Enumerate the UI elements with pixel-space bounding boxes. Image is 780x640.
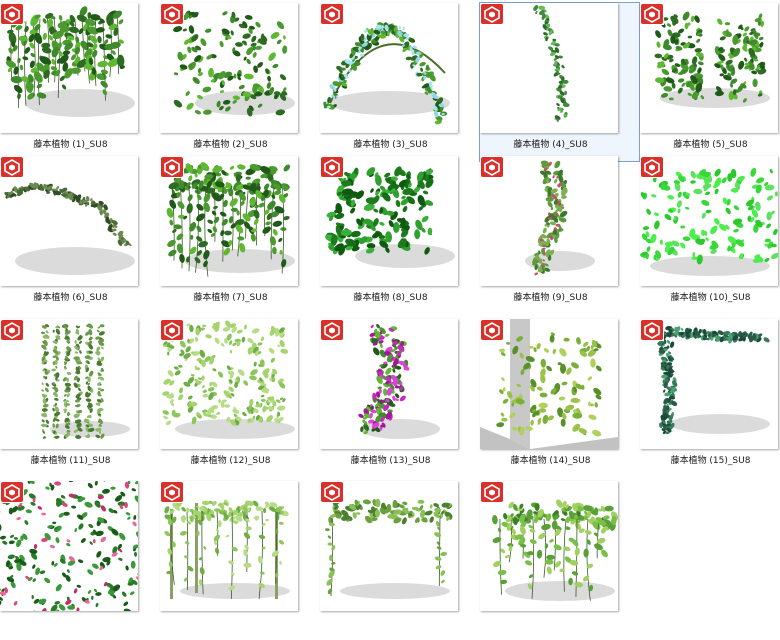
file-item[interactable]: 藤本植物 (12)_SU8 — [159, 318, 320, 478]
file-item[interactable] — [159, 480, 320, 640]
file-name-label: 藤本植物 (10)_SU8 — [630, 290, 780, 303]
file-item[interactable]: 藤本植物 (2)_SU8 — [159, 2, 320, 162]
sketchup-file-icon — [160, 319, 184, 341]
file-name-label: 藤本植物 (7)_SU8 — [150, 290, 311, 303]
sketchup-file-icon — [480, 481, 504, 503]
file-thumbnail — [640, 3, 778, 133]
file-thumbnail — [480, 319, 618, 449]
sketchup-file-icon — [0, 319, 24, 341]
file-name-label: 藤本植物 (15)_SU8 — [630, 453, 780, 466]
file-item[interactable]: 藤本植物 (6)_SU8 — [0, 155, 160, 315]
file-thumbnail — [320, 156, 458, 286]
sketchup-file-icon — [0, 3, 24, 25]
file-name-label: 藤本植物 (2)_SU8 — [150, 137, 311, 150]
file-thumbnail — [640, 156, 778, 286]
file-item[interactable]: 藤本植物 (5)_SU8 — [639, 2, 780, 162]
sketchup-file-icon — [160, 156, 184, 178]
file-thumbnail — [640, 319, 778, 449]
sketchup-file-icon — [0, 481, 24, 503]
sketchup-file-icon — [480, 156, 504, 178]
file-item[interactable]: 藤本植物 (13)_SU8 — [319, 318, 480, 478]
file-item[interactable]: 藤本植物 (15)_SU8 — [639, 318, 780, 478]
sketchup-file-icon — [320, 156, 344, 178]
file-item[interactable]: 藤本植物 (11)_SU8 — [0, 318, 160, 478]
sketchup-file-icon — [0, 156, 24, 178]
file-grid: 藤本植物 (1)_SU8 藤本植物 (2)_SU8 藤本植物 (3)_SU8 藤… — [0, 0, 780, 615]
sketchup-file-icon — [160, 3, 184, 25]
file-item[interactable]: 藤本植物 (9)_SU8 — [479, 155, 640, 315]
file-name-label: 藤本植物 (9)_SU8 — [470, 290, 631, 303]
sketchup-file-icon — [640, 3, 664, 25]
file-thumbnail — [0, 3, 138, 133]
sketchup-file-icon — [640, 156, 664, 178]
file-thumbnail — [0, 319, 138, 449]
file-name-label: 藤本植物 (3)_SU8 — [310, 137, 471, 150]
file-thumbnail — [160, 3, 298, 133]
file-thumbnail — [0, 156, 138, 286]
sketchup-file-icon — [320, 319, 344, 341]
file-thumbnail — [480, 156, 618, 286]
file-name-label: 藤本植物 (13)_SU8 — [310, 453, 471, 466]
file-name-label: 藤本植物 (14)_SU8 — [470, 453, 631, 466]
file-thumbnail — [480, 481, 618, 611]
file-item[interactable]: 藤本植物 (14)_SU8 — [479, 318, 640, 478]
file-item[interactable] — [319, 480, 480, 640]
file-item[interactable] — [0, 480, 160, 640]
file-thumbnail — [320, 481, 458, 611]
sketchup-file-icon — [320, 3, 344, 25]
file-item[interactable]: 藤本植物 (10)_SU8 — [639, 155, 780, 315]
sketchup-file-icon — [640, 319, 664, 341]
file-name-label: 藤本植物 (11)_SU8 — [0, 453, 151, 466]
file-thumbnail — [160, 156, 298, 286]
file-item[interactable]: 藤本植物 (3)_SU8 — [319, 2, 480, 162]
sketchup-file-icon — [320, 481, 344, 503]
file-thumbnail — [320, 3, 458, 133]
file-item[interactable] — [479, 480, 640, 640]
file-name-label: 藤本植物 (6)_SU8 — [0, 290, 151, 303]
file-name-label: 藤本植物 (1)_SU8 — [0, 137, 151, 150]
sketchup-file-icon — [480, 3, 504, 25]
file-thumbnail — [160, 481, 298, 611]
file-name-label: 藤本植物 (4)_SU8 — [470, 137, 631, 150]
file-item[interactable]: 藤本植物 (1)_SU8 — [0, 2, 160, 162]
file-name-label: 藤本植物 (12)_SU8 — [150, 453, 311, 466]
file-item[interactable]: 藤本植物 (8)_SU8 — [319, 155, 480, 315]
file-name-label: 藤本植物 (8)_SU8 — [310, 290, 471, 303]
file-item[interactable]: 藤本植物 (7)_SU8 — [159, 155, 320, 315]
file-name-label: 藤本植物 (5)_SU8 — [630, 137, 780, 150]
sketchup-file-icon — [480, 319, 504, 341]
file-thumbnail — [160, 319, 298, 449]
sketchup-file-icon — [160, 481, 184, 503]
file-thumbnail — [480, 3, 618, 133]
file-item[interactable]: 藤本植物 (4)_SU8 — [479, 2, 640, 162]
file-thumbnail — [0, 481, 138, 611]
file-thumbnail — [320, 319, 458, 449]
